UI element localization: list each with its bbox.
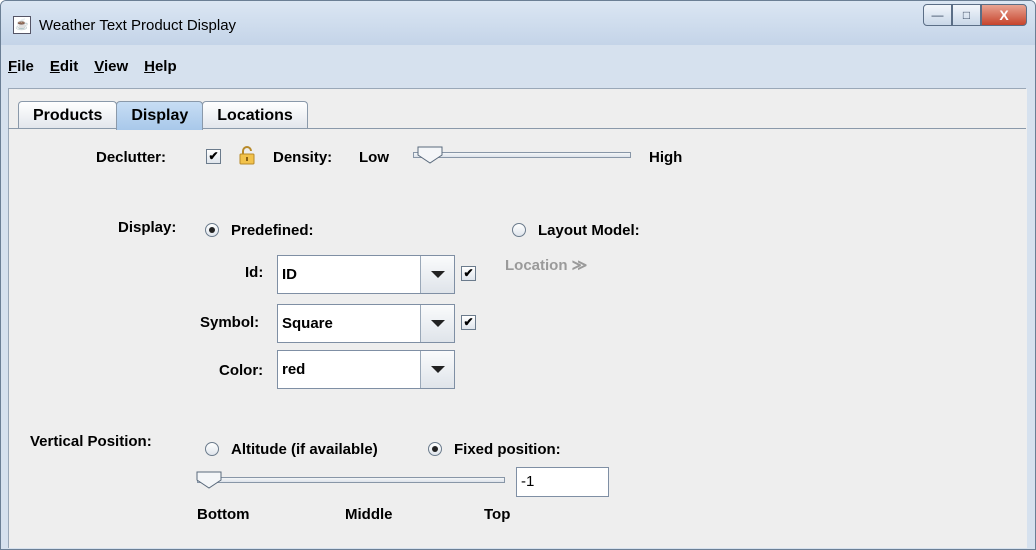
menu-edit-mnemonic: E bbox=[49, 58, 60, 75]
altitude-label: Altitude (if available) bbox=[231, 441, 378, 458]
menu-file-label: ile bbox=[17, 58, 34, 75]
id-value: ID bbox=[282, 266, 297, 283]
altitude-radio[interactable] bbox=[205, 442, 219, 456]
id-checkbox[interactable]: ✔ bbox=[461, 266, 476, 281]
color-value: red bbox=[282, 361, 306, 378]
menu-file[interactable]: File bbox=[8, 58, 34, 75]
display-label: Display: bbox=[118, 219, 177, 236]
slider-middle-label: Middle bbox=[345, 506, 393, 523]
density-label: Density: bbox=[273, 149, 333, 166]
menu-help[interactable]: Help bbox=[144, 58, 177, 75]
density-slider-thumb[interactable] bbox=[417, 146, 443, 164]
menu-view-mnemonic: V bbox=[94, 58, 104, 75]
fixed-position-input[interactable]: -1 bbox=[516, 467, 609, 497]
window-title: Weather Text Product Display bbox=[39, 17, 237, 34]
slider-top-label: Top bbox=[484, 506, 511, 523]
vertical-slider-track[interactable] bbox=[197, 477, 505, 483]
color-label: Color: bbox=[219, 362, 264, 379]
menu-help-mnemonic: H bbox=[144, 58, 155, 75]
tab-display[interactable]: Display bbox=[116, 101, 204, 130]
chevron-down-icon[interactable] bbox=[420, 305, 454, 342]
symbol-value: Square bbox=[282, 315, 333, 332]
color-combobox[interactable]: red bbox=[277, 350, 455, 389]
vertical-position-label: Vertical Position: bbox=[30, 433, 152, 450]
layout-model-radio[interactable] bbox=[512, 223, 526, 237]
declutter-label: Declutter: bbox=[96, 149, 167, 166]
predefined-radio[interactable] bbox=[205, 223, 219, 237]
java-icon: ☕ bbox=[13, 16, 31, 34]
menu-view[interactable]: View bbox=[94, 58, 128, 75]
close-button[interactable]: X bbox=[981, 4, 1027, 26]
window-controls: — □ X bbox=[923, 4, 1027, 26]
lock-icon[interactable] bbox=[237, 145, 257, 165]
menu-edit[interactable]: Edit bbox=[50, 58, 78, 75]
symbol-checkbox[interactable]: ✔ bbox=[461, 315, 476, 330]
menu-edit-label: dit bbox=[59, 58, 79, 75]
tab-locations[interactable]: Locations bbox=[202, 101, 308, 128]
density-low-label: Low bbox=[359, 149, 389, 166]
menu-bar: File Edit View Help bbox=[8, 58, 193, 75]
vertical-slider-thumb[interactable] bbox=[196, 471, 222, 489]
tab-products[interactable]: Products bbox=[18, 101, 118, 128]
chevron-down-icon[interactable] bbox=[420, 256, 454, 293]
menu-help-label: elp bbox=[154, 58, 177, 75]
chevron-down-icon[interactable] bbox=[420, 351, 454, 388]
menu-file-mnemonic: F bbox=[8, 58, 18, 75]
tab-strip: Products Display Locations bbox=[18, 101, 308, 130]
predefined-label: Predefined: bbox=[231, 222, 314, 239]
density-slider-track[interactable] bbox=[413, 152, 631, 158]
minimize-button[interactable]: — bbox=[923, 4, 952, 26]
layout-model-value: Location ≫ bbox=[505, 257, 588, 274]
id-combobox[interactable]: ID bbox=[277, 255, 455, 294]
density-high-label: High bbox=[649, 149, 683, 166]
slider-bottom-label: Bottom bbox=[197, 506, 250, 523]
fixed-position-radio[interactable] bbox=[428, 442, 442, 456]
symbol-combobox[interactable]: Square bbox=[277, 304, 455, 343]
layout-model-label: Layout Model: bbox=[538, 222, 640, 239]
id-label: Id: bbox=[245, 264, 264, 281]
symbol-label: Symbol: bbox=[200, 314, 260, 331]
menu-view-label: iew bbox=[103, 58, 129, 75]
maximize-button[interactable]: □ bbox=[952, 4, 981, 26]
title-bar[interactable]: ☕ Weather Text Product Display — □ X bbox=[1, 1, 1035, 45]
declutter-checkbox[interactable]: ✔ bbox=[206, 149, 221, 164]
fixed-position-label: Fixed position: bbox=[454, 441, 561, 458]
